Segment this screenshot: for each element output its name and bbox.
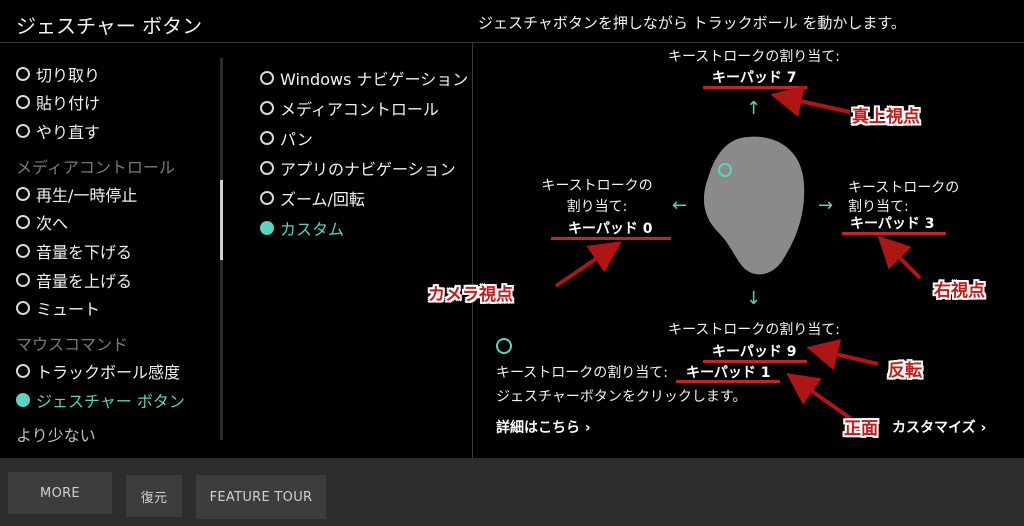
arrow-to-top-value (770, 85, 851, 117)
annotation-arrows (554, 85, 922, 420)
callout-flip: 反転 (888, 361, 922, 381)
feature-tour-button[interactable]: FEATURE TOUR (196, 475, 326, 519)
arrow-to-right-value (877, 235, 922, 280)
restore-button[interactable]: 復元 (126, 475, 182, 517)
callout-top-view: 真上視点 (852, 107, 920, 127)
arrow-to-bottom-value (806, 338, 879, 371)
arrow-to-click-value (786, 373, 852, 420)
more-button[interactable]: MORE (8, 472, 112, 514)
arrow-to-left-value (554, 241, 622, 288)
callout-front: 正面 (844, 419, 878, 439)
callout-right-view: 右視点 (934, 281, 985, 301)
callout-camera-view: カメラ視点 (428, 285, 513, 305)
